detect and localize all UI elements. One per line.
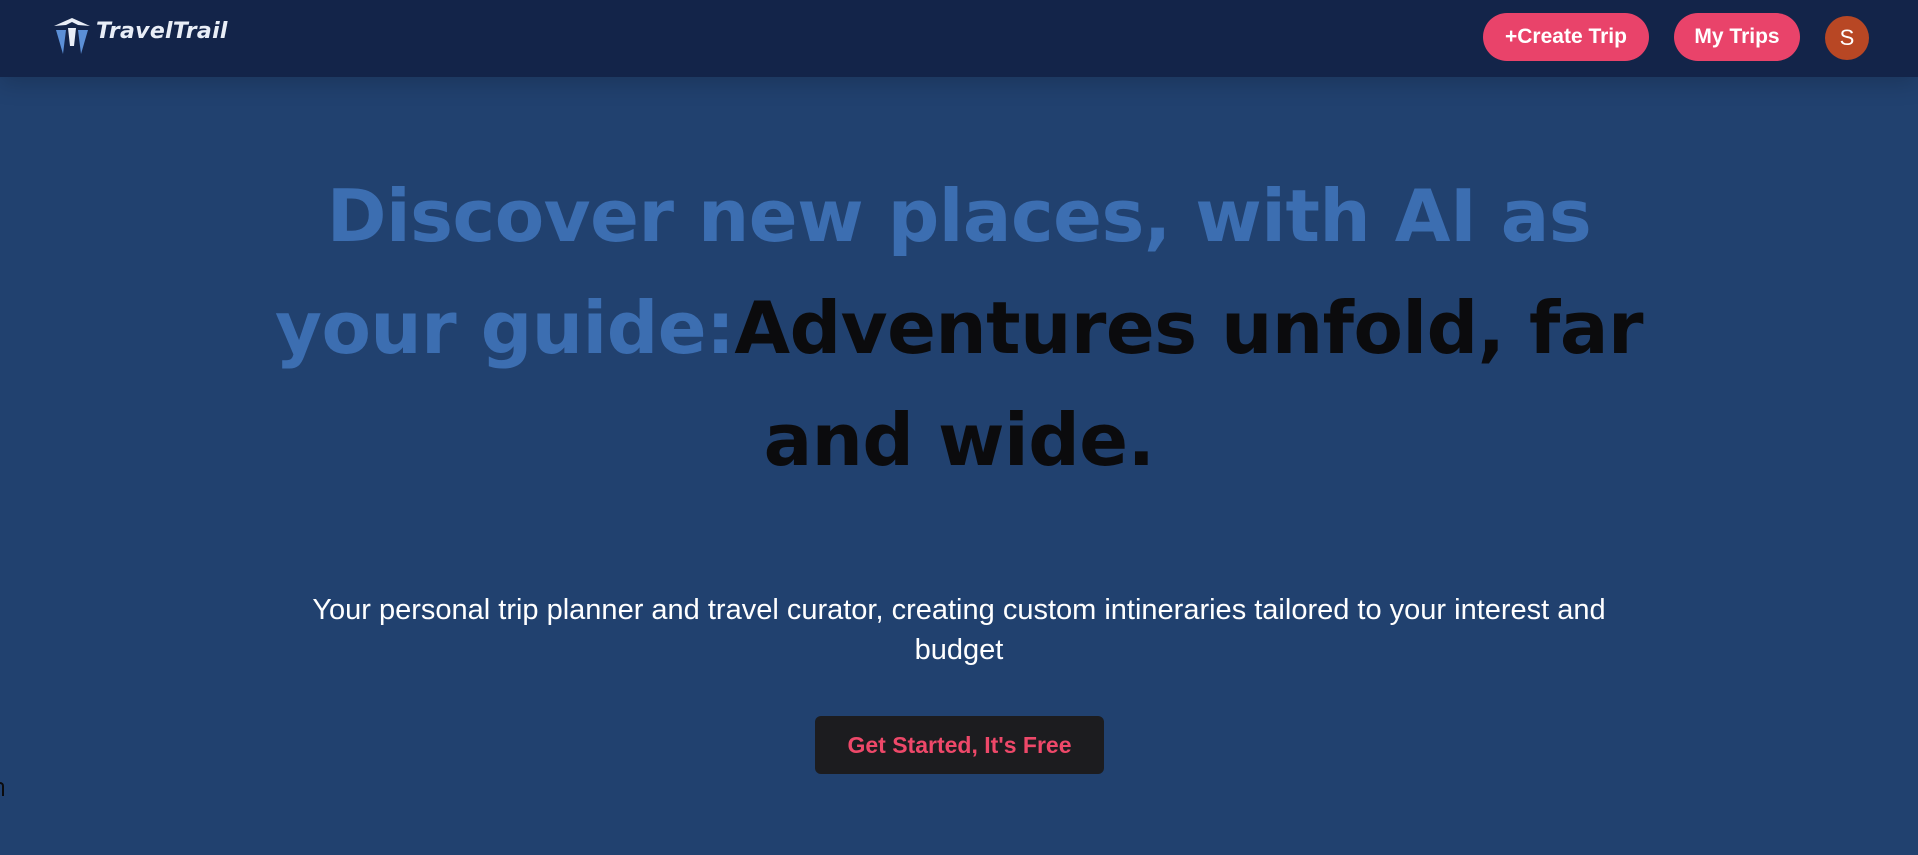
brand-name: TravelTrail	[96, 18, 228, 44]
edge-fragment	[0, 782, 4, 796]
hero-subtitle: Your personal trip planner and travel cu…	[312, 594, 1606, 666]
headline-main: Adventures unfold, far and wide.	[734, 286, 1643, 482]
my-trips-button[interactable]: My Trips	[1674, 13, 1800, 61]
top-navbar: TravelTrail +Create Trip My Trips S	[0, 0, 1918, 77]
tt-mark-icon	[54, 18, 90, 54]
create-trip-button[interactable]: +Create Trip	[1483, 13, 1649, 61]
brand-logo[interactable]: TravelTrail	[52, 14, 228, 58]
hero-headline: Discover new places, with AI as your gui…	[230, 160, 1688, 496]
user-avatar[interactable]: S	[1825, 16, 1869, 60]
get-started-button[interactable]: Get Started, It's Free	[815, 716, 1104, 774]
